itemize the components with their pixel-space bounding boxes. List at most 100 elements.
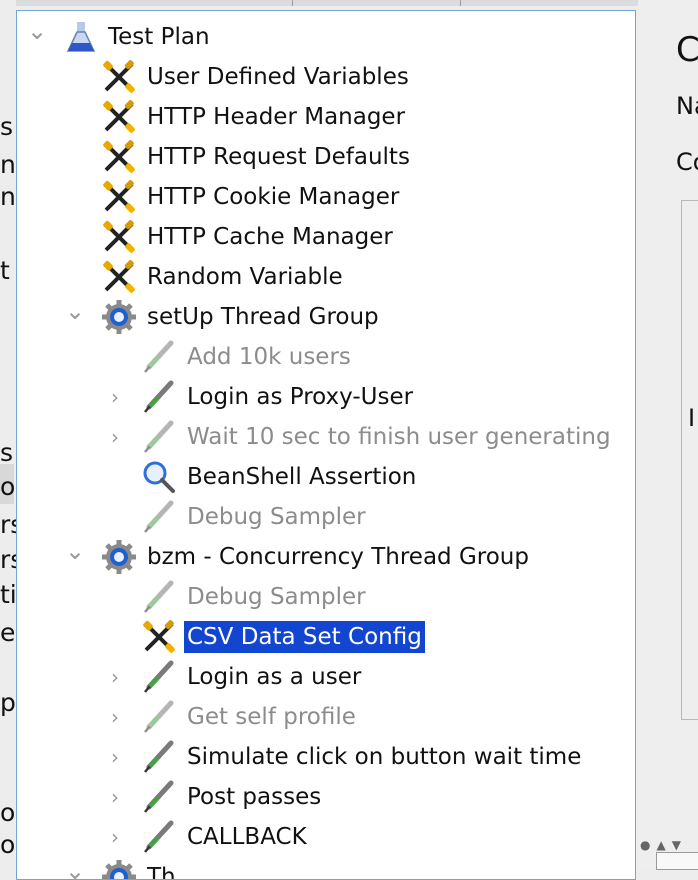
chevron-down-icon[interactable]: ⌄ [65, 297, 85, 337]
split-dot-icon[interactable]: ● [640, 838, 650, 852]
comments-label: Co [676, 148, 698, 176]
chevron-right-icon[interactable]: › [105, 697, 125, 737]
sampler-pipette-icon [141, 339, 177, 375]
left-fragment: na [0, 182, 16, 211]
left-fragment: e [0, 618, 16, 647]
tree-node-label: Random Variable [147, 264, 343, 290]
tree-node[interactable]: HTTP Cookie Manager [17, 177, 635, 217]
arrow-up-icon[interactable]: ▲ [656, 838, 665, 852]
left-fragment: rs [0, 510, 16, 539]
thread-group-gear-icon [101, 859, 137, 879]
tree-node-label: HTTP Cookie Manager [147, 184, 400, 210]
config-element-scissors-icon [101, 259, 137, 295]
left-fragment: pe [0, 688, 16, 717]
tree-node[interactable]: ⌄ bzm - Concurrency Thread Group [17, 537, 635, 577]
tree-node[interactable]: ⌄ Test Plan [17, 17, 635, 57]
chevron-down-icon[interactable]: ⌄ [27, 17, 47, 57]
config-group-box [681, 200, 698, 720]
left-fragment: s [0, 112, 14, 141]
tree-node[interactable]: Debug Sampler [17, 497, 635, 537]
tree-node[interactable]: User Defined Variables [17, 57, 635, 97]
test-plan-tree[interactable]: ⌄ Test Plan User Defined Variables HTTP … [16, 10, 636, 880]
sampler-pipette-icon [141, 779, 177, 815]
config-element-scissors-icon [101, 99, 137, 135]
chevron-right-icon[interactable]: › [105, 417, 125, 457]
tree-node-label: HTTP Cache Manager [147, 224, 393, 250]
tree-node[interactable]: Debug Sampler [17, 577, 635, 617]
tree-node-label: bzm - Concurrency Thread Group [147, 544, 529, 570]
tree-node-label: CSV Data Set Config [184, 621, 425, 653]
tree-node-label: setUp Thread Group [147, 304, 379, 330]
left-fragment: o [0, 798, 16, 827]
test-plan-flask-icon [63, 19, 99, 55]
chevron-right-icon[interactable]: › [105, 777, 125, 817]
chevron-down-icon[interactable]: ⌄ [65, 537, 85, 577]
sampler-pipette-icon [141, 659, 177, 695]
chevron-right-icon[interactable]: › [105, 657, 125, 697]
tree-node-label: BeanShell Assertion [187, 464, 417, 490]
sampler-pipette-icon [141, 379, 177, 415]
bottom-field[interactable] [656, 852, 698, 870]
tree-node[interactable]: › Wait 10 sec to finish user generating [17, 417, 635, 457]
tree-node[interactable]: › Simulate click on button wait time [17, 737, 635, 777]
tree-node[interactable]: HTTP Cache Manager [17, 217, 635, 257]
config-element-scissors-icon [101, 179, 137, 215]
tree-node-label: Debug Sampler [187, 584, 366, 610]
split-pane-controls[interactable]: ● ▲ ▼ [640, 838, 698, 852]
tree-node[interactable]: ⌄ setUp Thread Group [17, 297, 635, 337]
left-fragment: o [0, 472, 16, 501]
tree-node[interactable]: ⌄ Th [17, 857, 635, 880]
left-fragment: tio [0, 580, 16, 609]
tree-node-label: Simulate click on button wait time [187, 744, 582, 770]
assertion-magnifier-icon [141, 459, 177, 495]
tree-node-label: User Defined Variables [147, 64, 409, 90]
tree-node-label: Test Plan [108, 24, 210, 50]
left-fragment: rs [0, 545, 16, 574]
left-fragment: s [0, 438, 14, 467]
tree-node-label: Wait 10 sec to finish user generating [187, 424, 611, 450]
tree-node[interactable]: CSV Data Set Config [17, 617, 635, 657]
divider-tick [292, 0, 293, 6]
tree-node[interactable]: › Login as a user [17, 657, 635, 697]
tree-node[interactable]: › Post passes [17, 777, 635, 817]
divider-tick [460, 0, 461, 6]
top-divider-strip [0, 0, 698, 6]
tree-node-label: HTTP Header Manager [147, 104, 406, 130]
tree-node[interactable]: Add 10k users [17, 337, 635, 377]
tree-node-label: Login as a user [187, 664, 362, 690]
tree-node-label: Add 10k users [187, 344, 351, 370]
chevron-right-icon[interactable]: › [105, 737, 125, 777]
tree-node[interactable]: Random Variable [17, 257, 635, 297]
sampler-pipette-icon [141, 739, 177, 775]
tree-node-label: Login as Proxy-User [187, 384, 414, 410]
chevron-down-icon[interactable]: ⌄ [65, 857, 85, 879]
tree-node[interactable]: HTTP Header Manager [17, 97, 635, 137]
tree-node-label: Th [147, 864, 176, 880]
tree-node[interactable]: › CALLBACK [17, 817, 635, 857]
tree-node[interactable]: › Get self profile [17, 697, 635, 737]
config-element-scissors-icon [101, 59, 137, 95]
editor-title: C [676, 30, 698, 70]
config-element-scissors-icon [101, 219, 137, 255]
left-fragment: o. [0, 830, 16, 859]
tree-node[interactable]: HTTP Request Defaults [17, 137, 635, 177]
thread-group-gear-icon [101, 299, 137, 335]
sampler-pipette-icon [141, 499, 177, 535]
tree-node[interactable]: › Login as Proxy-User [17, 377, 635, 417]
config-element-scissors-icon [101, 139, 137, 175]
name-label: Na [676, 92, 698, 120]
thread-group-gear-icon [101, 539, 137, 575]
tree-node-label: HTTP Request Defaults [147, 144, 410, 170]
tree-node[interactable]: BeanShell Assertion [17, 457, 635, 497]
left-fragment: t [0, 256, 10, 285]
tree-node-label: Get self profile [187, 704, 356, 730]
arrow-down-icon[interactable]: ▼ [672, 838, 681, 852]
tree-node-label: Post passes [187, 784, 322, 810]
chevron-right-icon[interactable]: › [105, 377, 125, 417]
sampler-pipette-icon [141, 419, 177, 455]
left-fragment: na [0, 150, 16, 179]
left-clipped-pane: s na na t s o rs rs tio e pe o o. [0, 0, 16, 868]
chevron-right-icon[interactable]: › [105, 817, 125, 857]
tree-node-label: Debug Sampler [187, 504, 366, 530]
tree-node-label: CALLBACK [187, 824, 307, 850]
